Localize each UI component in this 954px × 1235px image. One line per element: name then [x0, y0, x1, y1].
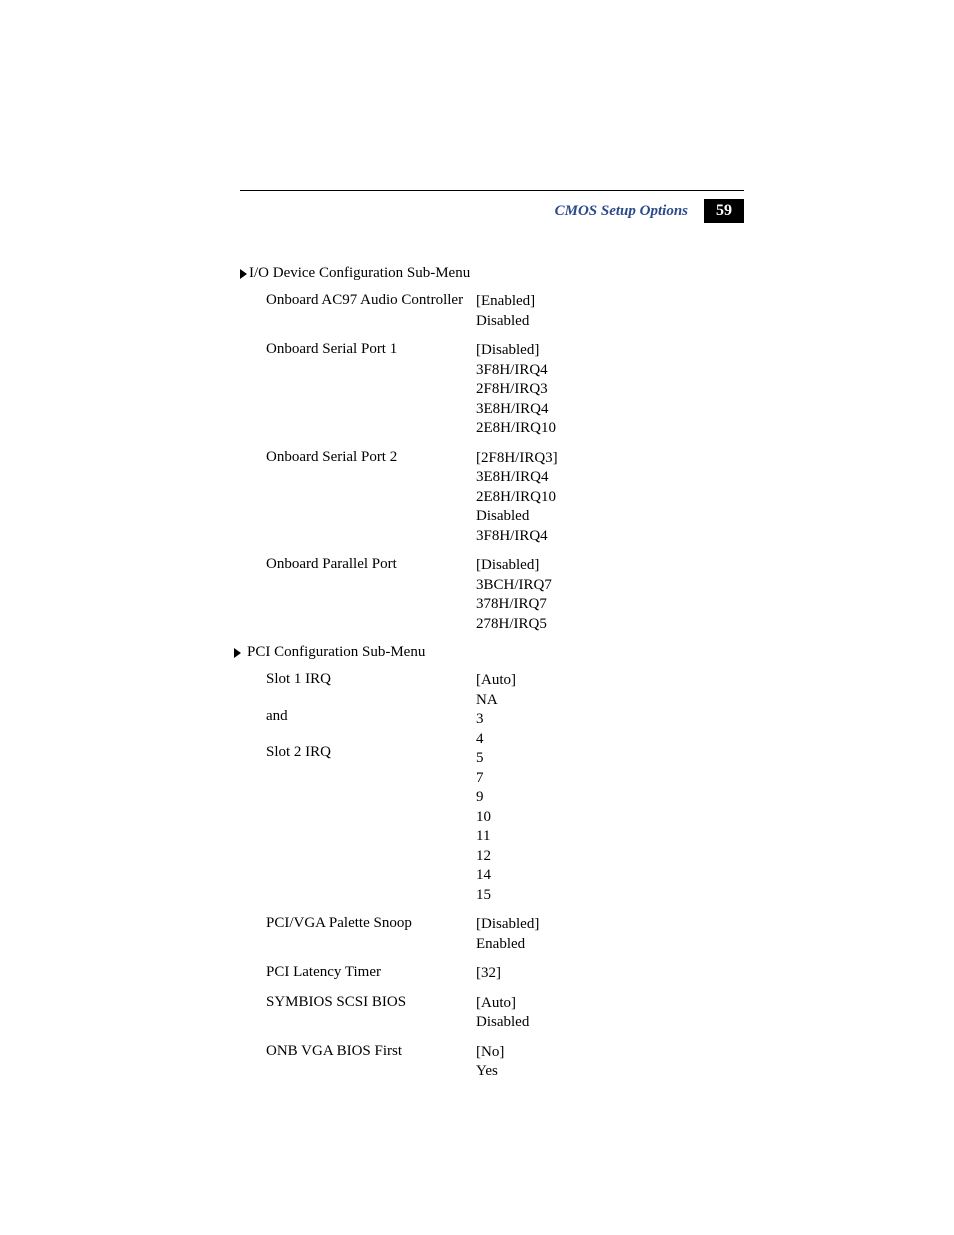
setting-label: SYMBIOS SCSI BIOS — [266, 994, 476, 1011]
page-header: CMOS Setup Options 59 — [240, 199, 744, 223]
setting-row: Onboard Parallel Port [Disabled] 3BCH/IR… — [266, 556, 744, 634]
setting-row: ONB VGA BIOS First [No] Yes — [266, 1043, 744, 1082]
setting-label: ONB VGA BIOS First — [266, 1043, 476, 1060]
setting-values: [No] Yes — [476, 1043, 744, 1082]
setting-values: [Disabled] 3F8H/IRQ4 2F8H/IRQ3 3E8H/IRQ4… — [476, 341, 744, 439]
header-title: CMOS Setup Options — [555, 203, 688, 220]
setting-values: [32] — [476, 964, 744, 984]
submenu-pci-config: PCI Configuration Sub-Menu — [234, 644, 744, 661]
setting-label: Onboard AC97 Audio Controller — [266, 292, 476, 309]
setting-values: [Disabled] 3BCH/IRQ7 378H/IRQ7 278H/IRQ5 — [476, 556, 744, 634]
submenu-io-device: I/O Device Configuration Sub-Menu — [240, 265, 744, 282]
setting-label: Slot 1 IRQ and Slot 2 IRQ — [266, 671, 476, 761]
setting-row: Onboard Serial Port 1 [Disabled] 3F8H/IR… — [266, 341, 744, 439]
setting-row: SYMBIOS SCSI BIOS [Auto] Disabled — [266, 994, 744, 1033]
submenu-label: I/O Device Configuration Sub-Menu — [249, 265, 470, 282]
setting-values: [Disabled] Enabled — [476, 915, 744, 954]
setting-label: Onboard Serial Port 1 — [266, 341, 476, 358]
triangle-icon — [240, 269, 247, 279]
setting-row: PCI Latency Timer [32] — [266, 964, 744, 984]
setting-label: Onboard Serial Port 2 — [266, 449, 476, 466]
setting-label: PCI/VGA Palette Snoop — [266, 915, 476, 932]
setting-values: [Auto] Disabled — [476, 994, 744, 1033]
setting-label: Onboard Parallel Port — [266, 556, 476, 573]
setting-row: Onboard AC97 Audio Controller [Enabled] … — [266, 292, 744, 331]
setting-row: Slot 1 IRQ and Slot 2 IRQ [Auto] NA 3 4 … — [266, 671, 744, 905]
submenu-label: PCI Configuration Sub-Menu — [247, 644, 425, 661]
triangle-icon — [234, 648, 241, 658]
setting-values: [Enabled] Disabled — [476, 292, 744, 331]
setting-values: [2F8H/IRQ3] 3E8H/IRQ4 2E8H/IRQ10 Disable… — [476, 449, 744, 547]
setting-row: Onboard Serial Port 2 [2F8H/IRQ3] 3E8H/I… — [266, 449, 744, 547]
setting-values: [Auto] NA 3 4 5 7 9 10 11 12 14 15 — [476, 671, 744, 905]
setting-label: PCI Latency Timer — [266, 964, 476, 981]
setting-row: PCI/VGA Palette Snoop [Disabled] Enabled — [266, 915, 744, 954]
page-number: 59 — [704, 199, 744, 223]
